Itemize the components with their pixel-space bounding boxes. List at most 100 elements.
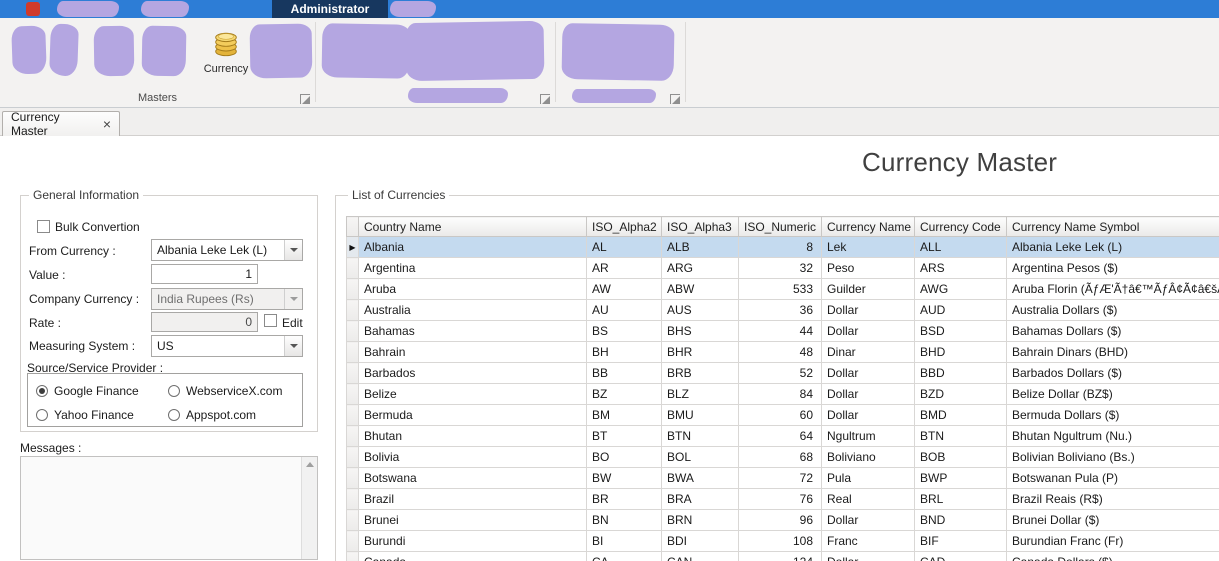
- table-row[interactable]: Belize BZ BLZ 84 Dollar BZD Belize Dollar (BZ$…: [346, 383, 1219, 405]
- cell[interactable]: Dinar: [821, 341, 915, 363]
- cell[interactable]: Australia Dollars ($): [1006, 299, 1219, 321]
- cell[interactable]: 36: [738, 299, 822, 321]
- cell[interactable]: 52: [738, 362, 822, 384]
- cell[interactable]: BOL: [661, 446, 739, 468]
- cell[interactable]: BND: [914, 509, 1007, 531]
- cell[interactable]: BMD: [914, 404, 1007, 426]
- cell[interactable]: Dollar: [821, 509, 915, 531]
- edit-checkbox[interactable]: [264, 314, 277, 327]
- cell[interactable]: BI: [586, 530, 662, 552]
- cell[interactable]: BRL: [914, 488, 1007, 510]
- from-currency-combo[interactable]: Albania Leke Lek (L): [151, 239, 303, 261]
- cell[interactable]: 64: [738, 425, 822, 447]
- cell[interactable]: Boliviano: [821, 446, 915, 468]
- table-row[interactable]: Bermuda BM BMU 60 Dollar BMD Bermuda Dollars (…: [346, 404, 1219, 426]
- cell[interactable]: AWG: [914, 278, 1007, 300]
- cell[interactable]: Guilder: [821, 278, 915, 300]
- cell[interactable]: Ngultrum: [821, 425, 915, 447]
- cell[interactable]: BHD: [914, 341, 1007, 363]
- column-header-currency-name[interactable]: Currency Name: [821, 216, 915, 237]
- cell[interactable]: Bolivia: [358, 446, 587, 468]
- column-header-iso-alpha3[interactable]: ISO_Alpha3: [661, 216, 739, 237]
- table-row[interactable]: Bahamas BS BHS 44 Dollar BSD Bahamas Dollars (…: [346, 320, 1219, 342]
- cell[interactable]: Burundian Franc (Fr): [1006, 530, 1219, 552]
- cell[interactable]: BHS: [661, 320, 739, 342]
- cell[interactable]: Dollar: [821, 551, 915, 561]
- cell[interactable]: 44: [738, 320, 822, 342]
- chevron-down-icon[interactable]: [284, 240, 302, 260]
- cell[interactable]: ALL: [914, 236, 1007, 258]
- vertical-scrollbar[interactable]: [301, 457, 317, 559]
- dialog-launcher-icon[interactable]: [300, 94, 310, 104]
- cell[interactable]: AW: [586, 278, 662, 300]
- cell[interactable]: Botswana: [358, 467, 587, 489]
- cell[interactable]: BO: [586, 446, 662, 468]
- cell[interactable]: AL: [586, 236, 662, 258]
- table-row[interactable]: Aruba AW ABW 533 Guilder AWG Aruba Florin (ÃƒÆ…: [346, 278, 1219, 300]
- cell[interactable]: Dollar: [821, 383, 915, 405]
- cell[interactable]: Bahrain: [358, 341, 587, 363]
- chevron-down-icon[interactable]: [284, 336, 302, 356]
- cell[interactable]: Bahamas Dollars ($): [1006, 320, 1219, 342]
- cell[interactable]: Real: [821, 488, 915, 510]
- cell[interactable]: Barbados: [358, 362, 587, 384]
- app-icon[interactable]: [26, 2, 40, 16]
- cell[interactable]: Brazil Reais (R$): [1006, 488, 1219, 510]
- cell[interactable]: ABW: [661, 278, 739, 300]
- cell[interactable]: Aruba Florin (ÃƒÆ'Ã†â€™ÃƒÂ¢Ã¢â€šÂ¬Ã…Â¡Ãƒ…: [1006, 278, 1219, 300]
- tab-currency-master[interactable]: Currency Master ×: [2, 110, 120, 138]
- table-row[interactable]: Brunei BN BRN 96 Dollar BND Brunei Dollar ($): [346, 509, 1219, 531]
- cell[interactable]: Dollar: [821, 404, 915, 426]
- cell[interactable]: BMU: [661, 404, 739, 426]
- cell[interactable]: CAN: [661, 551, 739, 561]
- cell[interactable]: Canada: [358, 551, 587, 561]
- cell[interactable]: Argentina Pesos ($): [1006, 257, 1219, 279]
- table-row[interactable]: Argentina AR ARG 32 Peso ARS Argentina Pesos (…: [346, 257, 1219, 279]
- cell[interactable]: Bahrain Dinars (BHD): [1006, 341, 1219, 363]
- cell[interactable]: AR: [586, 257, 662, 279]
- cell[interactable]: 533: [738, 278, 822, 300]
- table-row[interactable]: Barbados BB BRB 52 Dollar BBD Barbados Dollars…: [346, 362, 1219, 384]
- cell[interactable]: BN: [586, 509, 662, 531]
- scroll-up-icon[interactable]: [306, 462, 314, 467]
- cell[interactable]: 76: [738, 488, 822, 510]
- dialog-launcher-icon[interactable]: [670, 94, 680, 104]
- cell[interactable]: Bermuda Dollars ($): [1006, 404, 1219, 426]
- table-row[interactable]: CanadaCACAN124DollarCADCanada Dollars ($…: [346, 551, 1219, 561]
- currency-button[interactable]: Currency: [203, 22, 249, 94]
- table-row[interactable]: Bahrain BH BHR 48 Dinar BHD Bahrain Dinars (BH…: [346, 341, 1219, 363]
- radio-yahoo-finance[interactable]: Yahoo Finance: [36, 406, 168, 424]
- column-header-iso-numeric[interactable]: ISO_Numeric: [738, 216, 822, 237]
- column-header-currency-name-symbol[interactable]: Currency Name Symbol: [1006, 216, 1219, 237]
- cell[interactable]: BZD: [914, 383, 1007, 405]
- cell[interactable]: 72: [738, 467, 822, 489]
- table-row[interactable]: Burundi BI BDI 108 Franc BIF Burundian Franc (…: [346, 530, 1219, 552]
- cell[interactable]: BT: [586, 425, 662, 447]
- cell[interactable]: BRN: [661, 509, 739, 531]
- table-row[interactable]: Botswana BW BWA 72 Pula BWP Botswanan Pula (P): [346, 467, 1219, 489]
- column-header-country-name[interactable]: Country Name: [358, 216, 587, 237]
- cell[interactable]: BR: [586, 488, 662, 510]
- cell[interactable]: ALB: [661, 236, 739, 258]
- rate-input[interactable]: 0: [151, 312, 258, 332]
- cell[interactable]: 68: [738, 446, 822, 468]
- cell[interactable]: 60: [738, 404, 822, 426]
- messages-textarea[interactable]: [20, 456, 318, 560]
- cell[interactable]: AUD: [914, 299, 1007, 321]
- company-currency-combo[interactable]: India Rupees (Rs): [151, 288, 303, 310]
- cell[interactable]: Dollar: [821, 362, 915, 384]
- cell[interactable]: BOB: [914, 446, 1007, 468]
- cell[interactable]: Pula: [821, 467, 915, 489]
- cell[interactable]: Brunei: [358, 509, 587, 531]
- cell[interactable]: BH: [586, 341, 662, 363]
- cell[interactable]: Dollar: [821, 320, 915, 342]
- cell[interactable]: BS: [586, 320, 662, 342]
- radio-appspot-com[interactable]: Appspot.com: [168, 406, 302, 424]
- table-row[interactable]: Bhutan BT BTN 64 Ngultrum BTN Bhutan Ngultrum …: [346, 425, 1219, 447]
- cell[interactable]: BTN: [661, 425, 739, 447]
- cell[interactable]: Dollar: [821, 299, 915, 321]
- close-tab-icon[interactable]: ×: [103, 117, 111, 131]
- measuring-system-combo[interactable]: US: [151, 335, 303, 357]
- cell[interactable]: BTN: [914, 425, 1007, 447]
- cell[interactable]: BSD: [914, 320, 1007, 342]
